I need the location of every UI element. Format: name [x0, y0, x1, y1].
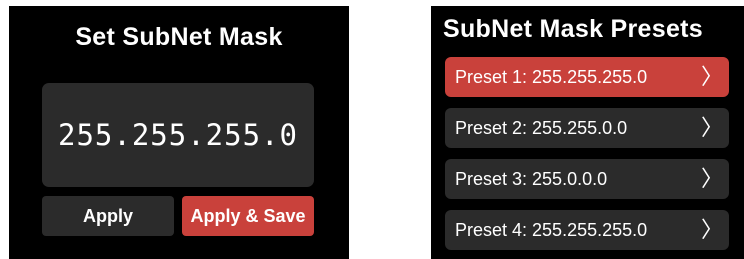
preset-label: Preset 3: 255.0.0.0 [455, 169, 608, 189]
preset-item-3[interactable]: Preset 3: 255.0.0.0 〉 [445, 159, 729, 199]
chevron-right-icon: 〉 [700, 217, 723, 242]
preset-label: Preset 2: 255.255.0.0 [455, 118, 628, 138]
panel-title: SubNet Mask Presets [443, 15, 703, 43]
chevron-right-icon: 〉 [700, 115, 723, 140]
preset-label: Preset 1: 255.255.255.0 [455, 67, 648, 87]
preset-label: Preset 4: 255.255.255.0 [455, 220, 648, 240]
preset-item-2[interactable]: Preset 2: 255.255.0.0 〉 [445, 108, 729, 148]
preset-item-1[interactable]: Preset 1: 255.255.255.0 〉 [445, 57, 729, 97]
chevron-right-icon: 〉 [700, 64, 723, 89]
subnet-mask-value: 255.255.255.0 [58, 118, 298, 152]
preset-item-4[interactable]: Preset 4: 255.255.255.0 〉 [445, 210, 729, 250]
panel-title: Set SubNet Mask [75, 23, 283, 51]
apply-button[interactable]: Apply [42, 196, 174, 236]
apply-and-save-button[interactable]: Apply & Save [182, 196, 314, 236]
chevron-right-icon: 〉 [700, 166, 723, 191]
subnet-mask-presets-panel: SubNet Mask Presets Preset 1: 255.255.25… [431, 6, 744, 259]
set-subnet-mask-panel: Set SubNet Mask 255.255.255.0 Apply Appl… [9, 6, 349, 259]
subnet-mask-display[interactable]: 255.255.255.0 [42, 83, 314, 187]
